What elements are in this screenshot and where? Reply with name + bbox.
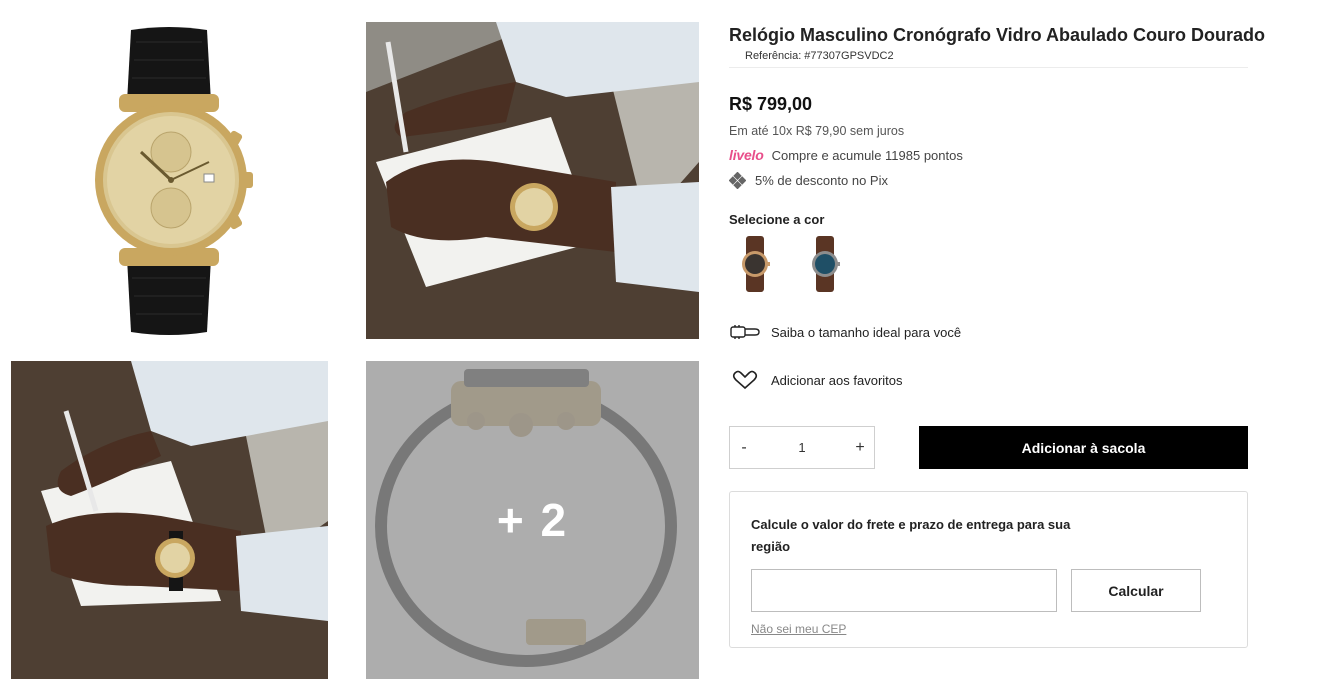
pix-discount-row: 5% de desconto no Pix xyxy=(729,172,1248,189)
watch-front-image xyxy=(11,22,328,339)
add-favorite-text: Adicionar aos favoritos xyxy=(771,372,903,388)
product-info: Relógio Masculino Cronógrafo Vidro Abaul… xyxy=(729,22,1266,390)
add-to-bag-button[interactable]: Adicionar à sacola xyxy=(919,426,1248,469)
installments-text: Em até 10x R$ 79,90 sem juros xyxy=(729,124,905,138)
product-price: R$ 799,00 xyxy=(729,94,813,114)
lifestyle-photo-2 xyxy=(11,361,328,679)
more-images-overlay[interactable]: + 2 xyxy=(366,361,699,679)
product-image-front[interactable] xyxy=(11,22,328,339)
color-swatch-steel-blue[interactable] xyxy=(799,234,851,294)
cep-input[interactable] xyxy=(751,569,1057,612)
wrist-measure-icon xyxy=(730,325,760,339)
calculate-shipping-button[interactable]: Calcular xyxy=(1071,569,1201,612)
quantity-stepper: - 1 + xyxy=(729,426,875,469)
watch-thumbnail xyxy=(742,236,770,292)
livelo-points-row: livelo Compre e acumule 11985 pontos xyxy=(729,147,1248,163)
more-images-count: + 2 xyxy=(496,494,569,546)
pix-icon xyxy=(729,172,746,189)
unknown-cep-link[interactable]: Não sei meu CEP xyxy=(751,622,846,636)
buy-row: - 1 + Adicionar à sacola xyxy=(729,426,1248,469)
quantity-decrease-button[interactable]: - xyxy=(730,439,758,457)
pix-discount-text: 5% de desconto no Pix xyxy=(755,173,888,188)
watch-thumbnail xyxy=(812,236,840,292)
divider xyxy=(729,67,1248,68)
product-image-lifestyle-2[interactable] xyxy=(11,361,328,679)
quantity-value[interactable]: 1 xyxy=(758,440,846,455)
heart-icon xyxy=(732,370,758,390)
shipping-title: Calcule o valor do frete e prazo de entr… xyxy=(751,517,1071,554)
size-guide-link[interactable]: Saiba o tamanho ideal para você xyxy=(729,322,1248,342)
product-image-side[interactable]: + 2 xyxy=(366,361,699,679)
livelo-points-text: Compre e acumule 11985 pontos xyxy=(771,147,963,163)
color-swatches xyxy=(729,234,1248,294)
lifestyle-photo xyxy=(366,22,699,339)
quantity-increase-button[interactable]: + xyxy=(846,439,874,457)
color-selector-label: Selecione a cor xyxy=(729,212,825,227)
shipping-calculator: Calcule o valor do frete e prazo de entr… xyxy=(729,491,1248,648)
add-favorite-link[interactable]: Adicionar aos favoritos xyxy=(729,370,1248,390)
product-image-lifestyle[interactable] xyxy=(366,22,699,339)
product-title: Relógio Masculino Cronógrafo Vidro Abaul… xyxy=(729,25,1266,45)
color-swatch-gold-black[interactable] xyxy=(729,234,781,294)
livelo-logo: livelo xyxy=(729,147,764,163)
product-reference: Referência: #77307GPSVDC2 xyxy=(745,50,894,62)
size-guide-text: Saiba o tamanho ideal para você xyxy=(771,324,962,340)
